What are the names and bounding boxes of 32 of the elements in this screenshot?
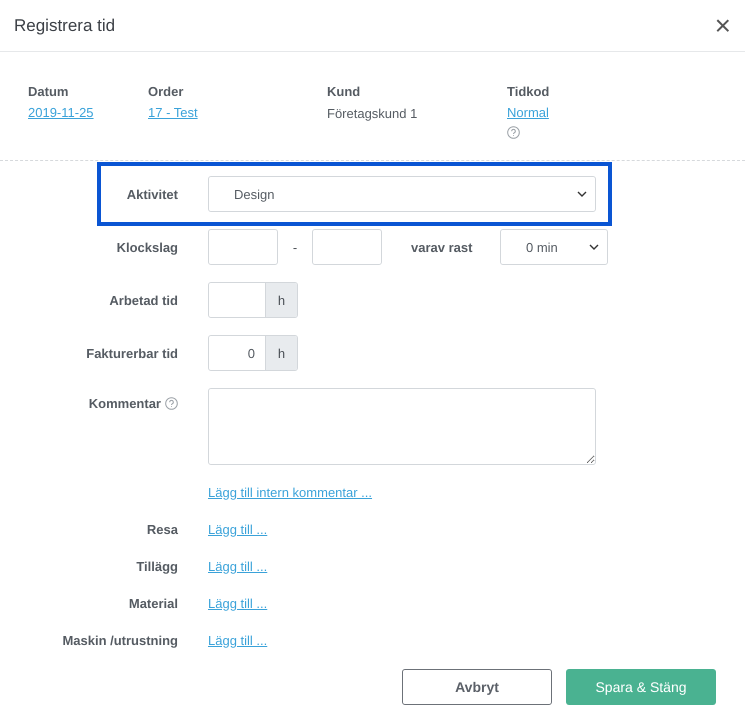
add-link[interactable]: Lägg till intern kommentar ... [208, 484, 372, 500]
info-link[interactable]: 2019-11-25 [28, 105, 94, 120]
info-label: Tidkod [507, 84, 550, 99]
info-label: Order [148, 84, 184, 99]
field-label: Aktivitet [126, 186, 178, 202]
add-link[interactable]: Lägg till ... [208, 558, 268, 574]
field-label: Klockslag [116, 240, 178, 254]
cancel-button[interactable]: Avbryt [402, 669, 552, 705]
field-label: varav rast [411, 240, 472, 254]
field-label: Kommentar [88, 396, 161, 411]
activity-select[interactable]: Design [208, 176, 596, 212]
dialog-title: Registrera tid [14, 16, 116, 36]
break-select[interactable]: 0 min [500, 229, 608, 265]
hours-field[interactable]: h [208, 282, 298, 318]
close-button[interactable]: × [710, 12, 735, 40]
field-label: Resa [146, 522, 178, 536]
field-label: Material [128, 596, 178, 610]
field-label: Fakturerbar tid [86, 346, 178, 360]
save-button[interactable]: Spara & Stäng [566, 669, 716, 705]
field-label: Maskin /utrustning [62, 632, 178, 648]
range-separator: - [292, 240, 298, 254]
add-link[interactable]: Lägg till ... [208, 522, 268, 536]
add-link[interactable]: Lägg till ... [208, 596, 268, 610]
field-label: Tillägg [136, 558, 178, 574]
info-link[interactable]: Normal [507, 105, 549, 120]
field-label: Arbetad tid [109, 292, 178, 308]
hours-field[interactable]: 0 h [208, 335, 298, 371]
add-link[interactable]: Lägg till ... [208, 632, 268, 648]
info-value: Företagskund 1 [327, 106, 418, 121]
info-link[interactable]: 17 - Test [148, 105, 198, 120]
info-label: Kund [327, 84, 360, 99]
info-label: Datum [28, 84, 68, 99]
